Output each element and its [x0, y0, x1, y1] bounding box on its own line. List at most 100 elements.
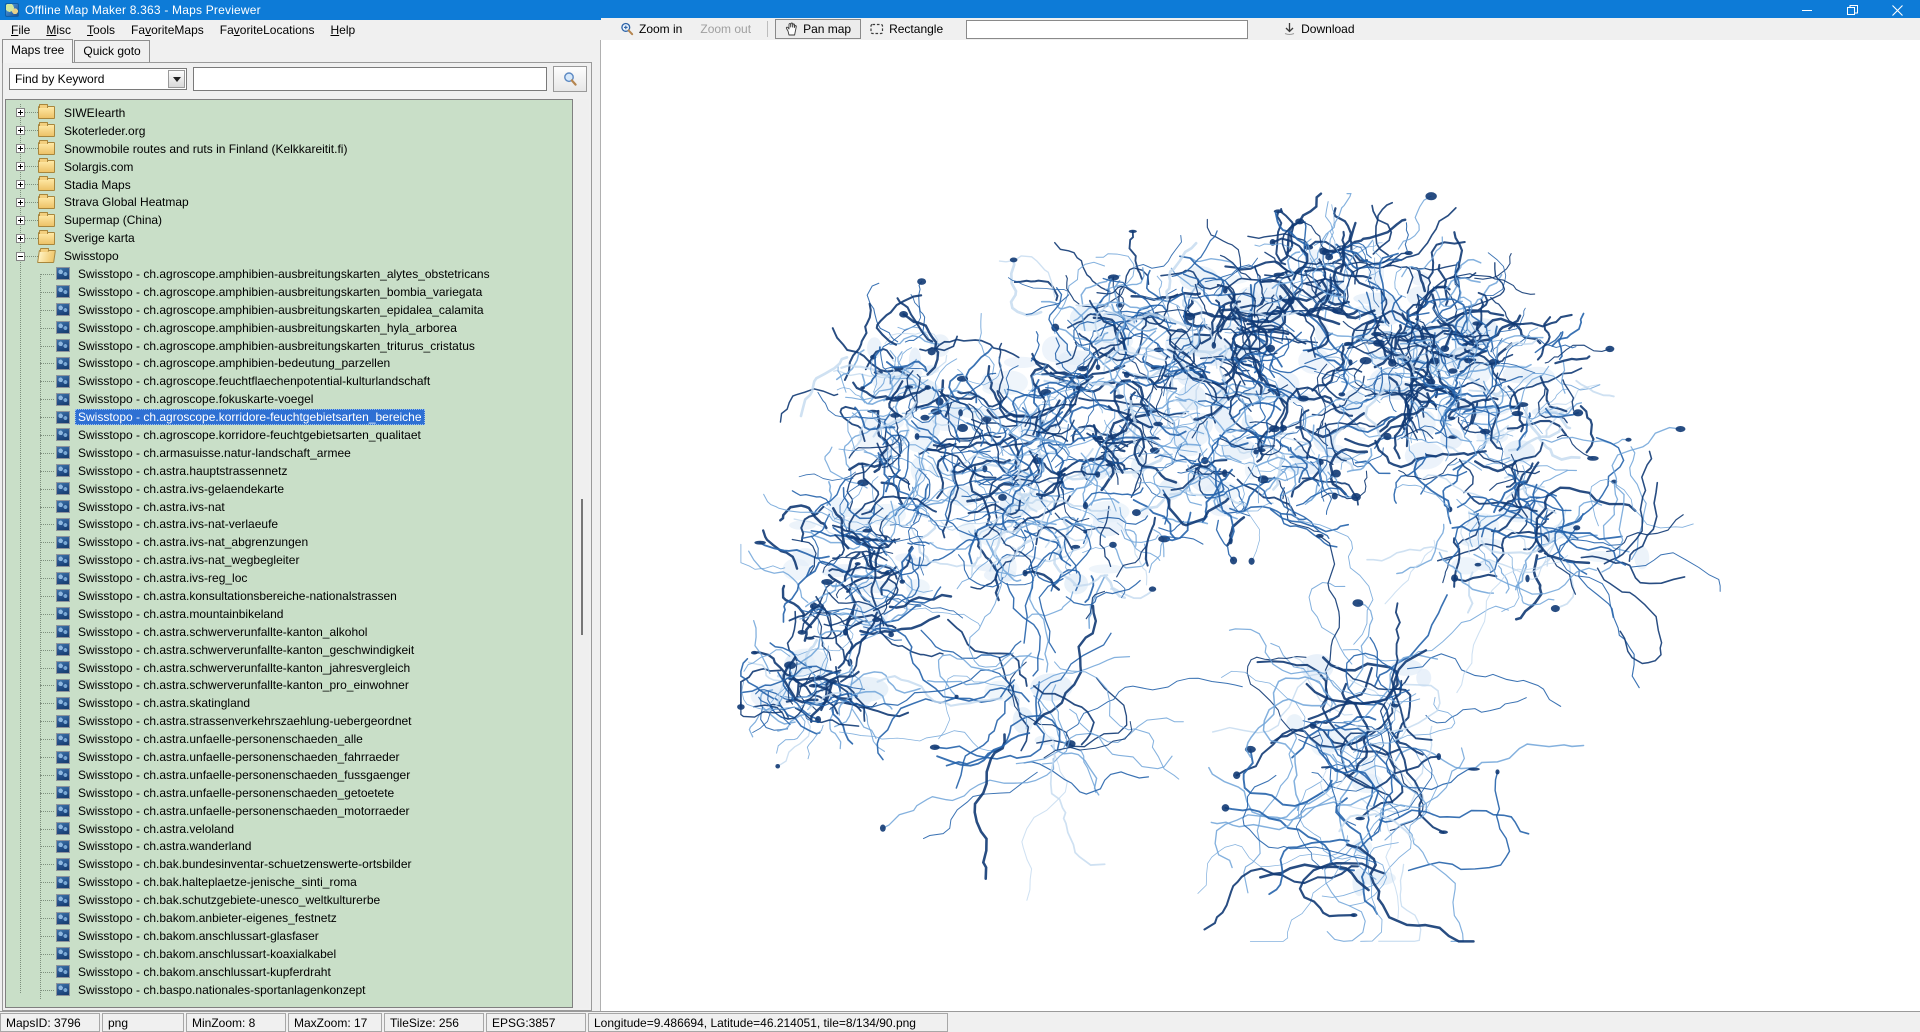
menu-help[interactable]: Help — [322, 21, 363, 39]
tree-item-label[interactable]: Swisstopo - ch.bakom.anschlussart-kupfer… — [75, 964, 334, 980]
download-button[interactable]: Download — [1274, 19, 1363, 39]
close-button[interactable] — [1875, 0, 1920, 20]
tree-item[interactable]: Swisstopo - ch.astra.schwerverunfallte-k… — [6, 623, 572, 641]
tree-folder[interactable]: Snowmobile routes and ruts in Finland (K… — [6, 140, 572, 158]
tree-item[interactable]: Swisstopo - ch.astra.schwerverunfallte-k… — [6, 677, 572, 695]
expand-toggle[interactable] — [16, 215, 25, 225]
tree-item-label[interactable]: Swisstopo - ch.agroscope.amphibien-ausbr… — [75, 302, 487, 318]
pan-map-button[interactable]: Pan map — [775, 19, 862, 39]
tree-item[interactable]: Swisstopo - ch.astra.wanderland — [6, 838, 572, 856]
coordinates-input[interactable] — [966, 19, 1249, 39]
minimize-button[interactable] — [1785, 0, 1830, 20]
tree-item-label[interactable]: Swisstopo - ch.agroscope.amphibien-ausbr… — [75, 320, 460, 336]
tree-item[interactable]: Swisstopo - ch.astra.ivs-nat_abgrenzunge… — [6, 533, 572, 551]
tree-item[interactable]: Swisstopo - ch.astra.schwerverunfallte-k… — [6, 659, 572, 677]
tree-item[interactable]: Swisstopo - ch.bakom.anschlussart-kupfer… — [6, 963, 572, 981]
tree-folder[interactable]: SIWEIearth — [6, 104, 572, 122]
tree-folder[interactable]: Strava Global Heatmap — [6, 193, 572, 211]
tree-item[interactable]: Swisstopo - ch.astra.hauptstrassennetz — [6, 462, 572, 480]
expand-toggle[interactable] — [16, 197, 25, 207]
tree-folder[interactable]: Swisstopo — [6, 247, 572, 265]
tree-item-label[interactable]: Swisstopo - ch.astra.strassenverkehrszae… — [75, 713, 415, 729]
menu-favoritelocations[interactable]: FavoriteLocations — [212, 21, 323, 39]
folder-label[interactable]: Skoterleder.org — [61, 123, 148, 139]
tree-item[interactable]: Swisstopo - ch.agroscope.korridore-feuch… — [6, 426, 572, 444]
tree-item-label[interactable]: Swisstopo - ch.baspo.nationales-sportanl… — [75, 982, 369, 998]
tree-item-label[interactable]: Swisstopo - ch.astra.ivs-gelaendekarte — [75, 481, 287, 497]
tree-item-label-selected[interactable]: Swisstopo - ch.agroscope.korridore-feuch… — [75, 409, 425, 426]
expand-toggle[interactable] — [16, 144, 25, 154]
tree-item-label[interactable]: Swisstopo - ch.astra.mountainbikeland — [75, 606, 286, 622]
tree-item-label[interactable]: Swisstopo - ch.astra.unfaelle-personensc… — [75, 767, 413, 783]
tree-item[interactable]: Swisstopo - ch.agroscope.amphibien-ausbr… — [6, 283, 572, 301]
tree-folder[interactable]: Sverige karta — [6, 229, 572, 247]
menu-tools[interactable]: Tools — [79, 21, 123, 39]
folder-label[interactable]: Stadia Maps — [61, 177, 134, 193]
folder-label[interactable]: Supermap (China) — [61, 212, 165, 228]
expand-toggle[interactable] — [16, 233, 25, 243]
tree-folder[interactable]: Supermap (China) — [6, 211, 572, 229]
collapse-toggle[interactable] — [16, 251, 25, 261]
tree-item-label[interactable]: Swisstopo - ch.astra.schwerverunfallte-k… — [75, 677, 412, 693]
tree-item[interactable]: Swisstopo - ch.bakom.anschlussart-koaxia… — [6, 945, 572, 963]
tree-item-label[interactable]: Swisstopo - ch.astra.unfaelle-personensc… — [75, 785, 397, 801]
tree-item[interactable]: Swisstopo - ch.astra.veloland — [6, 820, 572, 838]
tree-item-label[interactable]: Swisstopo - ch.bakom.anschlussart-glasfa… — [75, 928, 322, 944]
expand-toggle[interactable] — [16, 126, 25, 136]
tree-item[interactable]: Swisstopo - ch.bakom.anbieter-eigenes_fe… — [6, 909, 572, 927]
tree-item-label[interactable]: Swisstopo - ch.bakom.anschlussart-koaxia… — [75, 946, 339, 962]
rectangle-button[interactable]: Rectangle — [861, 19, 952, 39]
map-canvas[interactable] — [601, 40, 1920, 1011]
tree-item-label[interactable]: Swisstopo - ch.astra.konsultationsbereic… — [75, 588, 400, 604]
tree-item[interactable]: Swisstopo - ch.astra.ivs-nat_wegbegleite… — [6, 551, 572, 569]
folder-label[interactable]: Swisstopo — [61, 248, 122, 264]
zoom-out-button[interactable]: Zoom out — [691, 19, 760, 39]
tree-item[interactable]: Swisstopo - ch.agroscope.korridore-feuch… — [6, 408, 572, 426]
tree-item[interactable]: Swisstopo - ch.astra.ivs-reg_loc — [6, 569, 572, 587]
tree-item[interactable]: Swisstopo - ch.astra.strassenverkehrszae… — [6, 712, 572, 730]
tree-item[interactable]: Swisstopo - ch.astra.skatingland — [6, 694, 572, 712]
expand-toggle[interactable] — [16, 180, 25, 189]
tree-item[interactable]: Swisstopo - ch.bak.bundesinventar-schuet… — [6, 855, 572, 873]
tree-item[interactable]: Swisstopo - ch.agroscope.feuchtflaechenp… — [6, 372, 572, 390]
tree-item[interactable]: Swisstopo - ch.armasuisse.natur-landscha… — [6, 444, 572, 462]
tree-folder[interactable]: Solargis.com — [6, 158, 572, 176]
tree-item-label[interactable]: Swisstopo - ch.bak.bundesinventar-schuet… — [75, 856, 415, 872]
folder-label[interactable]: SIWEIearth — [61, 105, 128, 121]
tree-item-label[interactable]: Swisstopo - ch.agroscope.amphibien-ausbr… — [75, 266, 493, 282]
tree-item[interactable]: Swisstopo - ch.astra.mountainbikeland — [6, 605, 572, 623]
tree-item-label[interactable]: Swisstopo - ch.astra.ivs-nat — [75, 499, 228, 515]
tree-item-label[interactable]: Swisstopo - ch.astra.unfaelle-personensc… — [75, 731, 366, 747]
tree-item-label[interactable]: Swisstopo - ch.astra.schwerverunfallte-k… — [75, 660, 413, 676]
tree-item[interactable]: Swisstopo - ch.astra.ivs-nat — [6, 498, 572, 516]
restore-button[interactable] — [1830, 0, 1875, 20]
tab-quick-goto[interactable]: Quick goto — [74, 40, 150, 62]
tree-item-label[interactable]: Swisstopo - ch.agroscope.amphibien-ausbr… — [75, 284, 485, 300]
menu-favoritemaps[interactable]: FavoriteMaps — [123, 21, 212, 39]
tree-item[interactable]: Swisstopo - ch.astra.unfaelle-personensc… — [6, 730, 572, 748]
tree-item[interactable]: Swisstopo - ch.bak.halteplaetze-jenische… — [6, 873, 572, 891]
folder-label[interactable]: Snowmobile routes and ruts in Finland (K… — [61, 141, 350, 157]
tree-item-label[interactable]: Swisstopo - ch.astra.wanderland — [75, 838, 254, 854]
tree-item-label[interactable]: Swisstopo - ch.agroscope.feuchtflaechenp… — [75, 373, 433, 389]
menu-file[interactable]: File — [3, 21, 38, 39]
expand-toggle[interactable] — [16, 162, 25, 172]
tree-item-label[interactable]: Swisstopo - ch.astra.skatingland — [75, 695, 253, 711]
tree-item-label[interactable]: Swisstopo - ch.bak.schutzgebiete-unesco_… — [75, 892, 383, 908]
tree-item[interactable]: Swisstopo - ch.agroscope.amphibien-ausbr… — [6, 337, 572, 355]
tree-item-label[interactable]: Swisstopo - ch.agroscope.amphibien-bedeu… — [75, 355, 393, 371]
tree-item[interactable]: Swisstopo - ch.astra.unfaelle-personensc… — [6, 802, 572, 820]
tree-item[interactable]: Swisstopo - ch.astra.schwerverunfallte-k… — [6, 641, 572, 659]
zoom-in-button[interactable]: Zoom in — [611, 19, 691, 39]
tree-item-label[interactable]: Swisstopo - ch.agroscope.fokuskarte-voeg… — [75, 391, 316, 407]
tree-item-label[interactable]: Swisstopo - ch.astra.ivs-nat_wegbegleite… — [75, 552, 302, 568]
folder-label[interactable]: Strava Global Heatmap — [61, 194, 192, 210]
tree-item[interactable]: Swisstopo - ch.astra.ivs-gelaendekarte — [6, 480, 572, 498]
expand-toggle[interactable] — [16, 108, 25, 118]
tree-item-label[interactable]: Swisstopo - ch.armasuisse.natur-landscha… — [75, 445, 354, 461]
menu-misc[interactable]: Misc — [38, 21, 79, 39]
folder-label[interactable]: Sverige karta — [61, 230, 138, 246]
tree-item[interactable]: Swisstopo - ch.agroscope.amphibien-ausbr… — [6, 301, 572, 319]
tree-item-label[interactable]: Swisstopo - ch.agroscope.amphibien-ausbr… — [75, 338, 478, 354]
tree-item[interactable]: Swisstopo - ch.astra.unfaelle-personensc… — [6, 766, 572, 784]
